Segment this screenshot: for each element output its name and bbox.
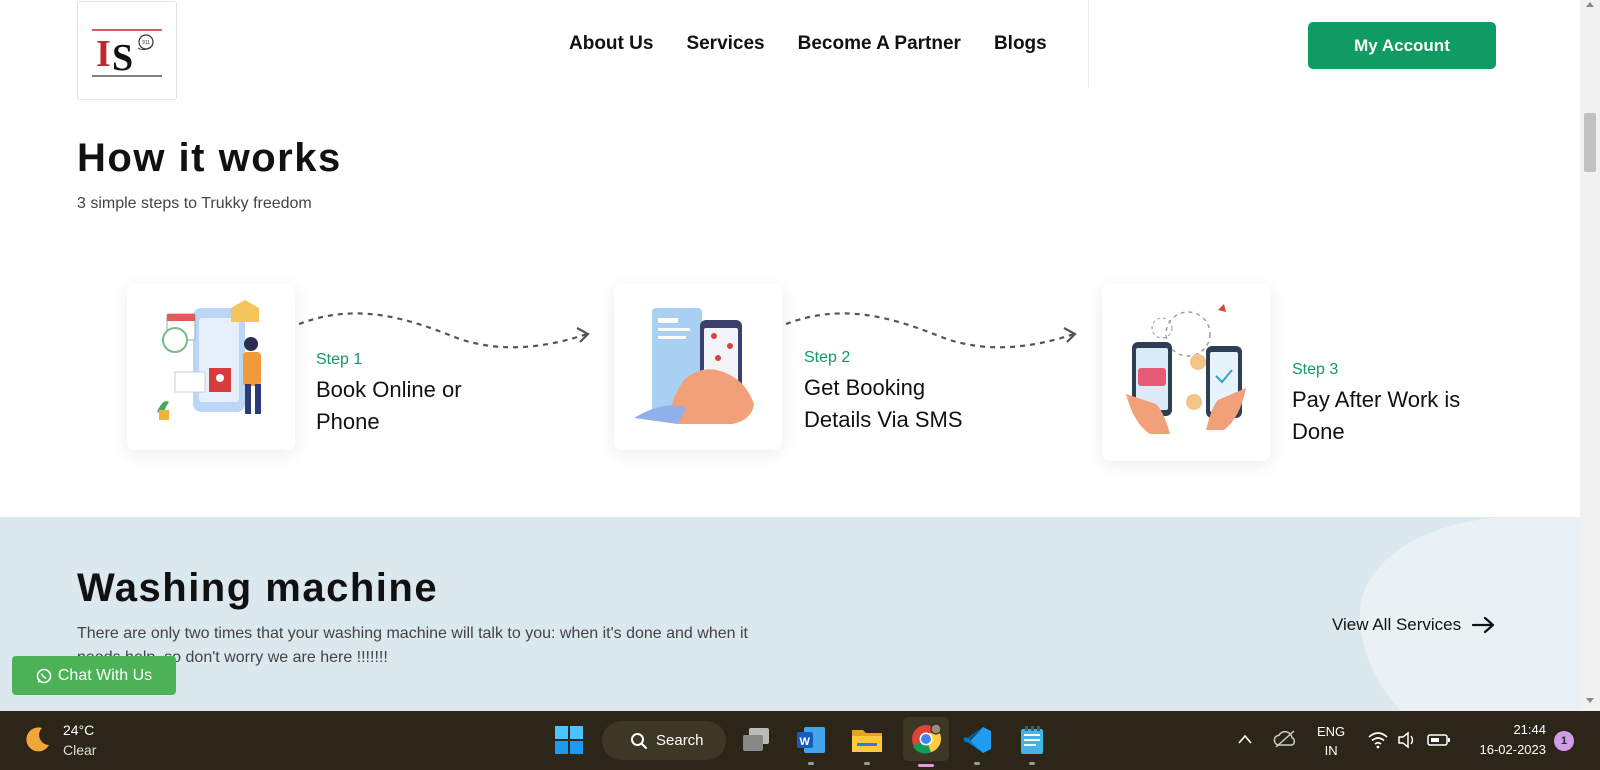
step-3-card [1102, 284, 1270, 461]
chat-with-us-button[interactable]: Chat With Us [12, 656, 176, 695]
logo-icon: I S 911 [92, 29, 162, 78]
running-indicator [864, 762, 870, 765]
step-3-label: Step 3 [1292, 361, 1339, 378]
notepad-app[interactable] [1013, 721, 1051, 765]
step-arrow-icon [298, 312, 590, 349]
step-arrow-icon [785, 312, 1077, 349]
arrow-right-icon [1472, 616, 1495, 634]
moon-weather-icon[interactable] [22, 725, 52, 755]
scroll-down-icon[interactable] [1586, 698, 1594, 703]
chat-with-us-label: Chat With Us [57, 666, 153, 684]
volume-icon[interactable] [1397, 731, 1417, 749]
how-it-works-subtitle: 3 simple steps to Trukky freedom [77, 195, 312, 212]
nav-become-a-partner[interactable]: Become A Partner [798, 33, 961, 55]
step-2-text: Get Booking Details Via SMS [804, 375, 963, 432]
search-icon [631, 732, 647, 749]
nav-services[interactable]: Services [686, 33, 764, 55]
chrome-app[interactable] [903, 717, 949, 767]
my-account-button[interactable]: My Account [1308, 22, 1496, 69]
notepad-icon [1021, 726, 1043, 754]
notification-badge[interactable]: 1 [1554, 731, 1574, 751]
file-explorer-app[interactable] [848, 721, 886, 765]
nav-blogs[interactable]: Blogs [994, 33, 1047, 55]
running-indicator [808, 762, 814, 765]
windows-taskbar: 24°C Clear Search W ENG IN 21:44 16-02-2… [0, 711, 1600, 770]
vscode-app[interactable] [958, 721, 996, 765]
online-booking-illustration-icon [157, 300, 261, 420]
word-app[interactable]: W [792, 721, 830, 765]
view-all-services-label: View All Services [1332, 615, 1462, 634]
svg-text:911: 911 [142, 40, 150, 46]
active-indicator [918, 764, 934, 767]
browser-viewport: I S 911 About Us Services Become A Partn… [0, 0, 1580, 711]
start-button[interactable] [550, 721, 588, 759]
clock-time: 21:44 [1513, 722, 1546, 737]
running-indicator [974, 762, 980, 765]
page-scrollbar[interactable] [1580, 0, 1600, 711]
running-indicator [1029, 762, 1035, 765]
sms-booking-illustration-icon [634, 308, 754, 424]
language-indicator[interactable]: ENG IN [1317, 722, 1345, 760]
service-description: There are only two times that your washi… [77, 625, 748, 666]
payment-illustration-icon [1126, 304, 1246, 434]
weather-condition[interactable]: Clear [63, 742, 96, 758]
how-it-works-title: How it works [77, 136, 342, 180]
chrome-icon [912, 723, 942, 754]
folder-icon [852, 730, 882, 752]
svg-text:S: S [112, 37, 133, 78]
service-band [0, 517, 1580, 711]
windows-logo-icon [555, 726, 583, 754]
view-all-services-link[interactable]: View All Services [1332, 615, 1497, 635]
svg-text:I: I [96, 33, 111, 75]
wifi-icon[interactable] [1368, 731, 1388, 749]
service-title: Washing machine [77, 566, 439, 610]
chevron-up-icon[interactable] [1237, 733, 1253, 745]
weather-temperature[interactable]: 24°C [63, 722, 94, 738]
svg-text:W: W [800, 736, 811, 748]
task-view-icon [743, 728, 769, 751]
system-clock[interactable]: 21:44 16-02-2023 [1468, 720, 1547, 760]
step-3-text: Pay After Work is Done [1292, 387, 1461, 444]
scroll-thumb[interactable] [1584, 113, 1596, 172]
vscode-icon [963, 727, 991, 753]
main-nav: About Us Services Become A Partner Blogs [569, 33, 1080, 55]
taskbar-search[interactable]: Search [602, 721, 726, 760]
region-code: IN [1324, 743, 1338, 758]
task-view-button[interactable] [737, 721, 775, 759]
whatsapp-icon [36, 668, 52, 683]
nav-about-us[interactable]: About Us [569, 33, 653, 55]
language-code: ENG [1317, 724, 1346, 739]
nav-divider [1088, 0, 1089, 88]
decorative-blob [1360, 517, 1580, 711]
step-1-card [127, 284, 295, 450]
scroll-up-icon[interactable] [1586, 2, 1594, 7]
step-2-card [614, 284, 782, 450]
word-icon: W [797, 727, 825, 753]
site-logo[interactable]: I S 911 [77, 1, 177, 100]
site-header: I S 911 About Us Services Become A Partn… [0, 0, 1580, 102]
step-1-text: Book Online or Phone [316, 377, 462, 434]
battery-icon[interactable] [1427, 732, 1451, 748]
clock-date: 16-02-2023 [1479, 742, 1547, 757]
onedrive-icon[interactable] [1273, 729, 1297, 749]
search-label: Search [656, 732, 704, 749]
